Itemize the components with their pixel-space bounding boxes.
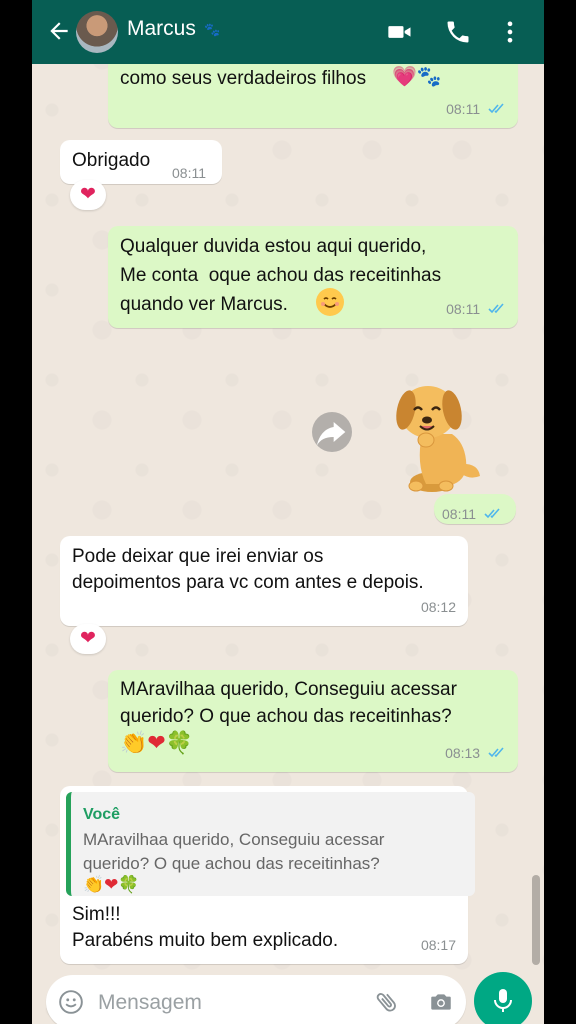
message-text: Sim!!! Parabéns muito bem explicado. (72, 904, 339, 951)
quoted-message[interactable]: Você MAravilhaa querido, Conseguiu acess… (66, 792, 475, 896)
message-text: MAravilhaa querido, Conseguiu acessar qu… (120, 679, 457, 727)
heart-reaction[interactable]: ❤ (70, 180, 106, 210)
message-time: 08:17 (420, 937, 456, 953)
message-time: 08:11 (446, 96, 506, 122)
emoji-icon[interactable] (58, 989, 84, 1015)
chat-header: Marcus 🐾 (32, 0, 544, 64)
quote-author: Você (83, 806, 121, 823)
message-text: como seus verdadeiros filhos (120, 68, 367, 89)
phone-call-icon[interactable] (444, 18, 472, 46)
forward-icon (317, 422, 346, 446)
quote-text: MAravilhaa querido, Conseguiu acessar qu… (83, 830, 385, 873)
message-time: 08:11 (446, 296, 506, 322)
message-bubble-outgoing[interactable]: MAravilhaa querido, Conseguiu acessar qu… (108, 670, 518, 772)
read-receipt-icon (484, 508, 500, 519)
message-time: 08:12 (420, 599, 456, 615)
more-options-icon[interactable] (496, 18, 524, 46)
quote-emoji: 👏❤🍀 (83, 875, 140, 894)
phone-screen: Marcus 🐾 como seus verdadeiros filhos 💗🐾… (32, 0, 544, 1024)
read-receipt-icon (488, 303, 504, 314)
message-bubble-incoming[interactable]: Obrigado 08:11 (60, 140, 222, 184)
sticker-time-bubble: 08:11 (434, 494, 516, 524)
message-time: 08:11 (442, 501, 502, 527)
scrollbar[interactable] (532, 875, 540, 965)
read-receipt-icon (488, 747, 504, 758)
message-bubble-outgoing[interactable]: Qualquer duvida estou aqui querido, Me c… (108, 226, 518, 328)
forward-button[interactable] (312, 412, 352, 452)
message-composer[interactable] (46, 975, 466, 1024)
message-input[interactable] (96, 985, 360, 1021)
heart-reaction[interactable]: ❤ (70, 624, 106, 654)
microphone-icon (494, 989, 512, 1012)
message-time: 08:11 (172, 165, 206, 181)
message-text: Qualquer duvida estou aqui querido, Me c… (120, 236, 442, 315)
contact-avatar[interactable] (76, 11, 118, 53)
smiling-face-emoji (316, 288, 344, 316)
message-bubble-incoming[interactable]: Pode deixar que irei enviar os depoiment… (60, 536, 468, 626)
message-text: Obrigado (72, 150, 151, 171)
camera-icon[interactable] (428, 989, 454, 1015)
video-call-icon[interactable] (386, 18, 414, 46)
back-arrow-icon[interactable] (46, 18, 72, 44)
puppy-sticker[interactable] (392, 374, 488, 496)
attach-icon[interactable] (374, 989, 400, 1015)
clap-heart-clover-emoji: 👏❤🍀 (120, 730, 194, 755)
mic-button[interactable] (474, 972, 532, 1024)
contact-name[interactable]: Marcus (127, 17, 196, 41)
paw-emoji: 🐾 (204, 22, 221, 37)
read-receipt-icon (488, 103, 504, 114)
message-bubble-incoming-reply[interactable]: Você MAravilhaa querido, Conseguiu acess… (60, 786, 475, 964)
message-time: 08:13 (445, 740, 506, 766)
heart-paw-emoji: 💗🐾 (392, 66, 442, 88)
message-text: Pode deixar que irei enviar os depoiment… (72, 546, 424, 593)
